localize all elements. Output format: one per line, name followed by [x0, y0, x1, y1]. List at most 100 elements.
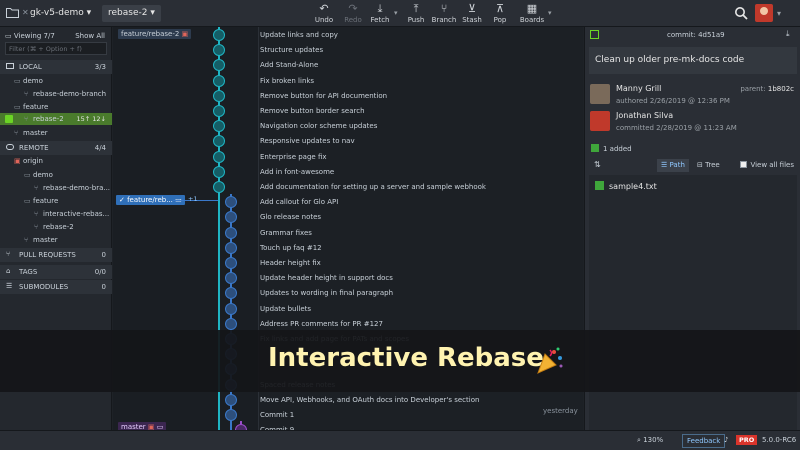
- local-branch-rebase-2[interactable]: ⑂ rebase-2 15↑ 12↓: [0, 113, 112, 125]
- close-tab-icon[interactable]: ✕: [22, 8, 29, 17]
- section-pull-requests[interactable]: ⑂ PULL REQUESTS 0: [0, 248, 112, 262]
- commit-row[interactable]: Update links and copy: [258, 28, 583, 43]
- commit-row[interactable]: Add callout for Glo API: [258, 195, 583, 210]
- commit-message: Move API, Webhooks, and OAuth docs into …: [260, 395, 480, 404]
- boards-button[interactable]: ▦ Boards: [516, 2, 548, 26]
- commit-node[interactable]: [213, 181, 225, 193]
- tree-toggle[interactable]: ⊟ Tree: [693, 159, 724, 172]
- commit-row[interactable]: Glo release notes: [258, 210, 583, 225]
- file-item[interactable]: sample4.txt: [595, 181, 657, 191]
- commit-row[interactable]: Navigation color scheme updates: [258, 119, 583, 134]
- show-all-link[interactable]: Show All: [75, 32, 105, 40]
- branch-icon: ⑂: [34, 223, 39, 231]
- commit-node[interactable]: [225, 241, 237, 254]
- tag-icon: ⌂: [6, 267, 11, 275]
- remote-branch-rebase-2[interactable]: ⑂ rebase-2: [34, 223, 74, 231]
- feedback-button[interactable]: Feedback: [682, 434, 726, 448]
- sort-icon[interactable]: ⇅: [594, 160, 601, 169]
- commit-row[interactable]: Grammar fixes: [258, 226, 583, 241]
- branch-count-badge: +1: [188, 195, 198, 203]
- computer-icon: ▭: [5, 32, 12, 40]
- commit-row[interactable]: Fix broken links: [258, 74, 583, 89]
- remote-branch-rebase-demo[interactable]: ⑂ rebase-demo-bra...: [34, 184, 110, 192]
- submodule-icon: ☰: [6, 282, 13, 290]
- bell-icon[interactable]: ♪: [724, 436, 728, 444]
- undo-button[interactable]: ↶ Undo: [308, 2, 340, 26]
- commit-row[interactable]: Remove button border search: [258, 104, 583, 119]
- ahead-behind-badge: 15↑ 12↓: [76, 115, 106, 123]
- commit-row[interactable]: Move API, Webhooks, and OAuth docs into …: [258, 393, 583, 408]
- branch-icon: ⑂: [24, 90, 29, 98]
- commit-row[interactable]: Touch up faq #12: [258, 241, 583, 256]
- local-branch-rebase-demo[interactable]: ⑂ rebase-demo-branch: [24, 90, 106, 98]
- local-folder-feature[interactable]: ▭ feature: [14, 103, 48, 111]
- repo-name[interactable]: gk-v5-demo ▾: [30, 8, 91, 18]
- commit-row[interactable]: Structure updates: [258, 43, 583, 58]
- commit-node[interactable]: [213, 29, 225, 41]
- commit-row[interactable]: Commit 1: [258, 408, 583, 423]
- commit-row[interactable]: Responsive updates to nav: [258, 134, 583, 149]
- commit-node[interactable]: [225, 409, 237, 421]
- author-meta: authored 2/26/2019 @ 12:36 PM: [616, 97, 730, 105]
- local-branch-master[interactable]: ⑂ master: [14, 129, 48, 137]
- checkmark-icon: [5, 115, 13, 123]
- remote-origin[interactable]: ▣ origin: [14, 157, 43, 165]
- section-local[interactable]: LOCAL 3/3: [0, 60, 112, 74]
- fetch-button[interactable]: ⤓ Fetch: [364, 2, 396, 26]
- remote-folder-demo[interactable]: ▭ demo: [24, 171, 53, 179]
- commit-node[interactable]: [213, 165, 225, 178]
- fetch-dropdown-icon[interactable]: ▾: [394, 9, 398, 17]
- commit-node[interactable]: [213, 150, 225, 163]
- account-dropdown-icon[interactable]: ▾: [777, 9, 781, 18]
- commit-row[interactable]: Header height fix: [258, 256, 583, 271]
- commit-node[interactable]: [213, 105, 225, 117]
- commit-node[interactable]: [213, 74, 225, 87]
- remote-folder-feature[interactable]: ▭ feature: [24, 197, 58, 205]
- commit-message: Commit 1: [260, 411, 295, 419]
- timestamp-yesterday: yesterday: [543, 407, 578, 415]
- boards-icon: ▦: [526, 2, 538, 15]
- commit-node[interactable]: [225, 302, 237, 315]
- commit-row[interactable]: Add Stand-Alone: [258, 58, 583, 73]
- local-folder-demo[interactable]: ▭ demo: [14, 77, 43, 85]
- branch-selector[interactable]: rebase-2 ▾: [102, 5, 161, 22]
- commit-row[interactable]: Update header height in support docs: [258, 271, 583, 286]
- pro-badge[interactable]: PRO: [736, 435, 758, 445]
- view-all-files-checkbox[interactable]: View all files: [740, 161, 794, 169]
- commit-message: Update links and copy: [260, 31, 338, 39]
- commit-row[interactable]: Add in font-awesome: [258, 165, 583, 180]
- section-submodules[interactable]: ☰ SUBMODULES 0: [0, 280, 112, 294]
- section-remote[interactable]: REMOTE 4/4: [0, 141, 112, 155]
- commit-row[interactable]: Update bullets: [258, 302, 583, 317]
- section-tags[interactable]: ⌂ TAGS 0/0: [0, 265, 112, 279]
- branch-tag-feature-rebase-2[interactable]: feature/rebase-2 ▣: [118, 29, 192, 39]
- commit-row[interactable]: Add documentation for setting up a serve…: [258, 180, 583, 195]
- path-toggle[interactable]: ☰ Path: [657, 159, 689, 172]
- avatar-icon: ▣: [14, 157, 21, 165]
- filter-input[interactable]: Filter (⌘ + Option + f): [5, 42, 107, 55]
- remote-branch-master[interactable]: ⑂ master: [24, 236, 58, 244]
- commit-row[interactable]: Enterprise page fix: [258, 150, 583, 165]
- fetch-icon: ⤓: [377, 2, 383, 15]
- remote-branch-interactive-rebase[interactable]: ⑂ interactive-rebas...: [34, 210, 109, 218]
- commit-node[interactable]: [225, 257, 237, 269]
- commit-message: Address PR comments for PR #127: [260, 319, 383, 328]
- commit-message: Add documentation for setting up a serve…: [260, 183, 486, 191]
- pop-button[interactable]: ⊼ Pop: [484, 2, 516, 26]
- user-avatar[interactable]: [755, 4, 773, 22]
- zoom-level[interactable]: ⌕ 130%: [637, 436, 663, 445]
- boards-dropdown-icon[interactable]: ▾: [548, 9, 552, 17]
- search-icon[interactable]: [734, 6, 748, 20]
- commit-node[interactable]: [225, 317, 237, 330]
- zoom-icon: ⌕: [637, 436, 641, 444]
- author-avatar: [590, 84, 610, 104]
- commit-node[interactable]: [213, 89, 225, 102]
- branch-icon: ⑂: [24, 115, 29, 123]
- folder-icon[interactable]: [6, 7, 19, 18]
- commit-node[interactable]: [225, 393, 237, 406]
- commit-node[interactable]: [225, 226, 237, 239]
- commit-row[interactable]: Updates to wording in final paragraph: [258, 286, 583, 301]
- download-icon[interactable]: ⤓: [786, 29, 795, 38]
- commit-row[interactable]: Remove button for API documention: [258, 89, 583, 104]
- parent-commit[interactable]: parent: 1b802c: [740, 85, 794, 93]
